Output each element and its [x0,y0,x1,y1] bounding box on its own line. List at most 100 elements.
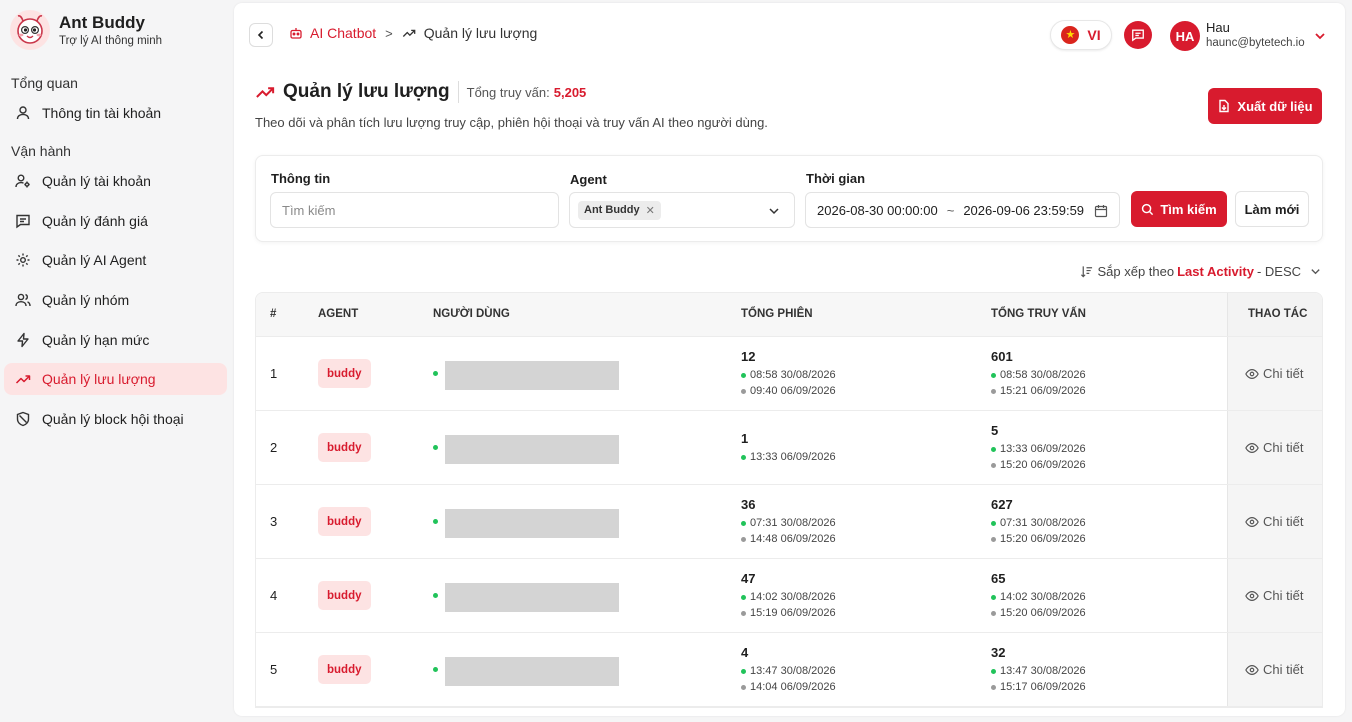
user-redacted [445,583,619,612]
chat-button[interactable] [1124,21,1152,49]
sidebar-item-reviews[interactable]: Quản lý đánh giá [4,205,227,237]
sessions-count: 4 [741,645,749,660]
row-index: 3 [270,514,278,529]
users-icon [15,293,31,307]
sidebar-item-label: Quản lý AI Agent [42,252,147,268]
search-icon [1142,203,1154,215]
row-index: 4 [270,588,278,603]
breadcrumb-ai-chatbot[interactable]: AI Chatbot [289,25,376,41]
detail-link[interactable]: Chi tiết [1245,440,1303,455]
user-menu-toggle[interactable] [1314,29,1326,45]
sidebar-item-account-info[interactable]: Thông tin tài khoản [4,97,227,129]
chevron-down-icon [1311,269,1320,275]
queries-count: 65 [991,571,1006,586]
eye-icon [1245,664,1259,675]
back-button[interactable] [249,23,273,47]
trending-up-icon [402,29,416,37]
detail-link[interactable]: Chi tiết [1245,662,1303,677]
queries-first: 13:33 06/09/2026 [991,443,1086,455]
search-placeholder: Tìm kiếm [282,202,336,218]
gear-icon [16,253,30,267]
search-button[interactable]: Tìm kiếm [1131,191,1227,227]
title-divider [457,81,459,103]
avatar[interactable]: HA [1170,21,1200,51]
table-row[interactable]: 4 buddy 47 14:02 30/08/2026 15:19 06/09/… [256,559,1322,633]
sidebar-item-quota[interactable]: Quản lý hạn mức [4,324,227,356]
sidebar-item-traffic[interactable]: Quản lý lưu lượng [4,363,227,395]
sort-icon [1081,266,1093,278]
table-row[interactable]: 3 buddy 36 07:31 30/08/2026 14:48 06/09/… [256,485,1322,559]
table-row[interactable]: 2 buddy 1 13:33 06/09/2026 5 13:33 06/09… [256,411,1322,485]
export-button[interactable]: Xuất dữ liệu [1208,88,1322,124]
table-row[interactable]: 5 buddy 4 13:47 30/08/2026 14:04 06/09/2… [256,633,1322,707]
traffic-table: # AGENT NGƯỜI DÙNG TỔNG PHIÊN TỔNG TRUY … [255,292,1323,708]
agent-badge: buddy [318,507,371,536]
eye-icon [1245,442,1259,453]
brand[interactable]: Ant Buddy Trợ lý AI thông minh [10,10,162,50]
queries-last: 15:20 06/09/2026 [991,607,1086,619]
sessions-count: 1 [741,431,749,446]
sidebar-item-ai-agent[interactable]: Quản lý AI Agent [4,244,227,276]
date-range-picker[interactable]: 2026-08-30 00:00:00 ~ 2026-09-06 23:59:5… [805,192,1120,228]
sessions-first: 08:58 30/08/2026 [741,369,836,381]
sessions-first: 07:31 30/08/2026 [741,517,836,529]
sessions-first: 13:47 30/08/2026 [741,665,836,677]
agent-badge: buddy [318,359,371,388]
filter-panel: Thông tin Tìm kiếm Agent Ant Buddy ✕ Thờ… [255,155,1323,242]
online-dot [433,371,438,376]
sidebar-item-accounts[interactable]: Quản lý tài khoản [4,165,227,197]
th-actions: THAO TÁC [1248,308,1308,320]
sidebar-item-label: Quản lý block hội thoại [42,411,184,427]
row-index: 1 [270,366,278,381]
page-header: Quản lý lưu lượng Tổng truy vấn: 5,205 [255,81,586,103]
th-agent: AGENT [318,308,359,320]
nav-section-overview: Tổng quan [11,75,78,91]
page-title: Quản lý lưu lượng [283,81,450,102]
robot-icon [290,28,302,39]
sidebar-item-block-conversation[interactable]: Quản lý block hội thoại [4,403,227,435]
sort-field: Last Activity [1177,264,1254,279]
reset-button[interactable]: Làm mới [1235,191,1309,227]
date-end: 2026-09-06 23:59:59 [963,202,1085,218]
agent-tag: Ant Buddy ✕ [578,200,661,220]
detail-link[interactable]: Chi tiết [1245,366,1303,381]
sessions-count: 47 [741,571,756,586]
sidebar-item-label: Quản lý đánh giá [42,213,148,229]
remove-tag-icon[interactable]: ✕ [646,204,655,217]
agent-select[interactable]: Ant Buddy ✕ [569,192,795,228]
queries-last: 15:21 06/09/2026 [991,385,1086,397]
user-redacted [445,361,619,390]
sidebar-item-label: Quản lý nhóm [42,292,130,308]
language-switcher[interactable]: ★ VI [1050,20,1112,50]
sort-order: - DESC [1256,264,1301,279]
filter-info-label: Thông tin [271,171,331,186]
user-redacted [445,435,619,464]
total-queries-value: 5,205 [553,84,587,100]
queries-count: 601 [991,349,1013,364]
eye-icon [1245,368,1259,379]
sort-control[interactable]: Sắp xếp theo Last Activity - DESC [1080,264,1321,279]
queries-count: 627 [991,497,1013,512]
top-bar: AI Chatbot > Quản lý lưu lượng ★ VI HA H… [234,3,1345,63]
detail-link[interactable]: Chi tiết [1245,514,1303,529]
sessions-count: 12 [741,349,756,364]
search-input[interactable]: Tìm kiếm [270,192,559,228]
breadcrumb-separator: > [385,25,393,41]
table-row[interactable]: 1 buddy 12 08:58 30/08/2026 09:40 06/09/… [256,337,1322,411]
sidebar-item-label: Quản lý hạn mức [42,332,150,348]
user-settings-icon [15,174,30,188]
queries-first: 13:47 30/08/2026 [991,665,1086,677]
online-dot [433,519,438,524]
sidebar-item-groups[interactable]: Quản lý nhóm [4,284,227,316]
nav-section-operations: Vận hành [11,143,71,159]
sidebar-item-label: Quản lý tài khoản [42,173,151,189]
sessions-last: 14:48 06/09/2026 [741,533,836,545]
queries-last: 15:20 06/09/2026 [991,459,1086,471]
filter-time-label: Thời gian [806,171,866,186]
sessions-first: 14:02 30/08/2026 [741,591,836,603]
queries-count: 5 [991,423,999,438]
date-start: 2026-08-30 00:00:00 [817,202,938,218]
detail-link[interactable]: Chi tiết [1245,588,1303,603]
lightning-icon [17,332,29,348]
user-redacted [445,509,619,538]
